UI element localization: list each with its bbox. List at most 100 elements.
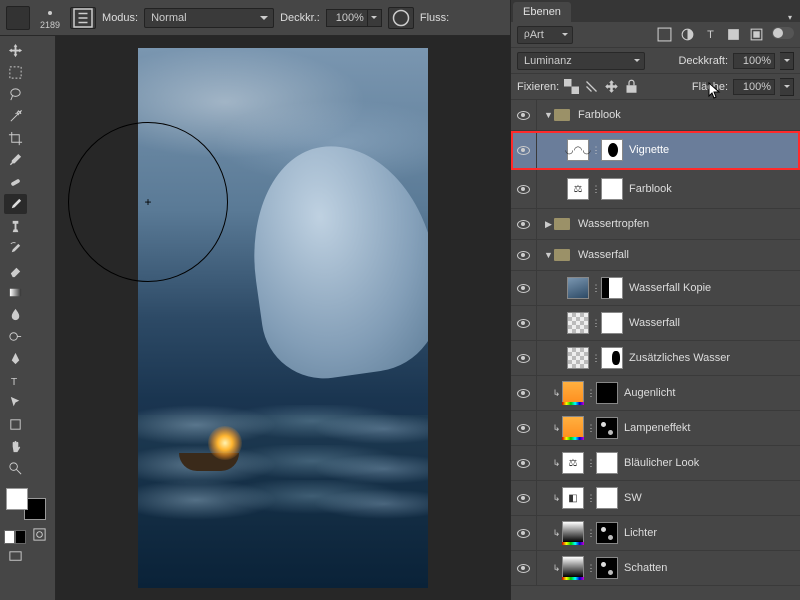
adjustment-thumb[interactable]: [562, 416, 584, 438]
screenmode-icon[interactable]: [4, 546, 27, 566]
layer-row[interactable]: ↳ ⋮ Lampeneffekt: [511, 411, 800, 446]
mask-thumb[interactable]: [601, 347, 623, 369]
layer-opacity-input[interactable]: 100%: [733, 53, 775, 69]
layer-row[interactable]: ↳ ◧ ⋮ SW: [511, 481, 800, 516]
brush-panel-toggle-icon[interactable]: [70, 7, 96, 29]
layer-row[interactable]: ↳ ⋮ Schatten: [511, 551, 800, 586]
blend-mode-select[interactable]: Normal: [144, 8, 274, 28]
mask-thumb[interactable]: [596, 522, 618, 544]
layer-row[interactable]: ⋮ Zusätzliches Wasser: [511, 341, 800, 376]
layer-row[interactable]: ⋮ Wasserfall: [511, 306, 800, 341]
blur-tool-icon[interactable]: [4, 304, 27, 324]
hand-tool-icon[interactable]: [4, 436, 27, 456]
mask-thumb[interactable]: [596, 487, 618, 509]
link-mask-icon[interactable]: ⋮: [586, 458, 596, 469]
opacity-input[interactable]: 100%: [326, 9, 368, 27]
layer-row[interactable]: ⚖ ⋮ Farblook: [511, 170, 800, 209]
layer-thumb[interactable]: [567, 277, 589, 299]
panel-menu-icon[interactable]: [780, 13, 800, 22]
link-mask-icon[interactable]: ⋮: [591, 145, 601, 156]
layer-thumb[interactable]: [567, 312, 589, 334]
layer-row[interactable]: ◡◠◡ ⋮ Vignette: [511, 131, 800, 170]
lasso-tool-icon[interactable]: [4, 84, 27, 104]
path-select-icon[interactable]: [4, 392, 27, 412]
link-mask-icon[interactable]: ⋮: [586, 493, 596, 504]
link-mask-icon[interactable]: ⋮: [586, 563, 596, 574]
adjustment-thumb[interactable]: [562, 381, 584, 403]
pressure-opacity-icon[interactable]: [388, 7, 414, 29]
lock-all-icon[interactable]: [624, 79, 639, 94]
fg-color[interactable]: [6, 488, 28, 510]
shape-tool-icon[interactable]: [4, 414, 27, 434]
opacity-dropdown[interactable]: [780, 52, 794, 70]
wand-tool-icon[interactable]: [4, 106, 27, 126]
visibility-toggle[interactable]: [511, 100, 537, 130]
stamp-tool-icon[interactable]: [4, 216, 27, 236]
adjustment-thumb[interactable]: [562, 556, 584, 578]
tab-layers[interactable]: Ebenen: [513, 2, 571, 22]
link-mask-icon[interactable]: ⋮: [586, 423, 596, 434]
brush-tool-icon[interactable]: [4, 194, 27, 214]
fill-dropdown[interactable]: [780, 78, 794, 96]
layer-row[interactable]: ⋮ Wasserfall Kopie: [511, 271, 800, 306]
layer-row[interactable]: ↳ ⋮ Augenlicht: [511, 376, 800, 411]
filter-pixel-icon[interactable]: [657, 27, 672, 42]
history-brush-icon[interactable]: [4, 238, 27, 258]
link-mask-icon[interactable]: ⋮: [591, 353, 601, 364]
visibility-toggle[interactable]: [511, 271, 537, 305]
quickmask-icon[interactable]: [28, 524, 51, 544]
healing-tool-icon[interactable]: [4, 172, 27, 192]
zoom-tool-icon[interactable]: [4, 458, 27, 478]
filter-toggle[interactable]: [772, 27, 794, 39]
visibility-toggle[interactable]: [511, 170, 537, 208]
visibility-toggle[interactable]: [511, 551, 537, 585]
twist-down-icon[interactable]: ▼: [543, 250, 554, 260]
layer-group[interactable]: ▼ Wasserfall: [511, 240, 800, 271]
brush-preset[interactable]: 2189: [36, 6, 64, 30]
gradient-tool-icon[interactable]: [4, 282, 27, 302]
filter-adjust-icon[interactable]: [680, 27, 695, 42]
lock-position-icon[interactable]: [604, 79, 619, 94]
layer-filter-select[interactable]: ρ Art: [517, 26, 573, 44]
visibility-toggle[interactable]: [511, 209, 537, 239]
blend-mode-select[interactable]: Luminanz: [517, 52, 645, 70]
twist-right-icon[interactable]: ▶: [543, 219, 554, 230]
link-mask-icon[interactable]: ⋮: [591, 184, 601, 195]
visibility-toggle[interactable]: [511, 131, 537, 169]
opacity-dropdown[interactable]: [368, 9, 382, 27]
mask-thumb[interactable]: [601, 312, 623, 334]
fill-input[interactable]: 100%: [733, 79, 775, 95]
mask-thumb[interactable]: [596, 452, 618, 474]
layer-row[interactable]: ↳ ⋮ Lichter: [511, 516, 800, 551]
lock-pixels-icon[interactable]: [584, 79, 599, 94]
link-mask-icon[interactable]: ⋮: [586, 388, 596, 399]
type-tool-icon[interactable]: T: [4, 370, 27, 390]
crop-tool-icon[interactable]: [4, 128, 27, 148]
eraser-tool-icon[interactable]: [4, 260, 27, 280]
visibility-toggle[interactable]: [511, 376, 537, 410]
visibility-toggle[interactable]: [511, 240, 537, 270]
mask-thumb[interactable]: [596, 417, 618, 439]
visibility-toggle[interactable]: [511, 446, 537, 480]
mask-thumb[interactable]: [601, 139, 623, 161]
filter-type-icon[interactable]: T: [703, 27, 718, 42]
layer-row[interactable]: ↳ ⚖ ⋮ Bläulicher Look: [511, 446, 800, 481]
layer-group[interactable]: ▼ Farblook: [511, 100, 800, 131]
visibility-toggle[interactable]: [511, 481, 537, 515]
tool-preset-picker[interactable]: [6, 6, 30, 30]
link-mask-icon[interactable]: ⋮: [591, 283, 601, 294]
layer-group[interactable]: ▶ Wassertropfen: [511, 209, 800, 240]
lock-trans-icon[interactable]: [564, 79, 579, 94]
mask-thumb[interactable]: [601, 178, 623, 200]
link-mask-icon[interactable]: ⋮: [591, 318, 601, 329]
mask-thumb[interactable]: [596, 557, 618, 579]
move-tool-icon[interactable]: [4, 40, 27, 60]
mask-thumb[interactable]: [601, 277, 623, 299]
visibility-toggle[interactable]: [511, 306, 537, 340]
visibility-toggle[interactable]: [511, 411, 537, 445]
link-mask-icon[interactable]: ⋮: [586, 528, 596, 539]
filter-shape-icon[interactable]: [726, 27, 741, 42]
marquee-tool-icon[interactable]: [4, 62, 27, 82]
default-colors-icon[interactable]: [4, 530, 26, 544]
mask-thumb[interactable]: [596, 382, 618, 404]
